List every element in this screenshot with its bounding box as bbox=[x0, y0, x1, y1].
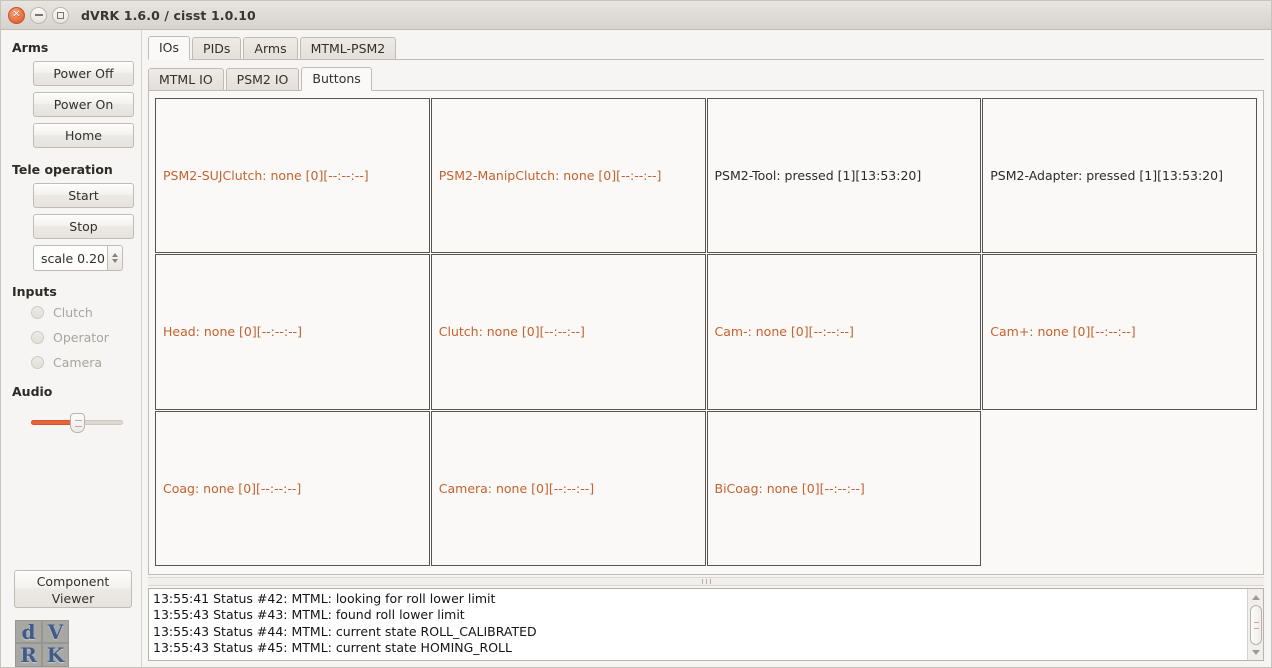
home-button[interactable]: Home bbox=[33, 123, 134, 148]
chevron-up-icon[interactable] bbox=[112, 253, 118, 257]
button-status-cell: PSM2-SUJClutch: none [0][--:--:--] bbox=[155, 98, 430, 254]
input-radio-clutch-label: Clutch bbox=[53, 305, 93, 320]
logo-tile-d: d bbox=[15, 620, 42, 644]
logo-tile-r: R bbox=[15, 643, 42, 667]
button-status-cell: Camera: none [0][--:--:--] bbox=[430, 410, 706, 566]
tab-psm2-io[interactable]: PSM2 IO bbox=[225, 68, 300, 91]
arms-section-title: Arms bbox=[12, 40, 49, 55]
minimize-icon[interactable] bbox=[30, 6, 47, 24]
button-status-cell-empty bbox=[982, 411, 1257, 566]
window-body: Arms Power Off Power On Home Tele operat… bbox=[1, 30, 1271, 667]
scale-stepper[interactable] bbox=[107, 245, 123, 271]
teleoperation-section-title: Tele operation bbox=[12, 162, 113, 177]
splitter-handle[interactable] bbox=[148, 577, 1264, 586]
sidebar: Arms Power Off Power On Home Tele operat… bbox=[1, 30, 142, 667]
splitter-grip-icon bbox=[701, 579, 711, 584]
tab-arms[interactable]: Arms bbox=[243, 37, 298, 60]
component-viewer-line1: Component bbox=[36, 574, 110, 589]
title-bar: × dVRK 1.6.0 / cisst 1.0.10 bbox=[1, 1, 1271, 30]
window-controls: × bbox=[8, 6, 69, 24]
button-status-cell: PSM2-Adapter: pressed [1][13:53:20] bbox=[982, 98, 1257, 254]
log-line: 13:55:43 Status #43: MTML: found roll lo… bbox=[153, 607, 465, 623]
radio-icon[interactable] bbox=[31, 356, 44, 369]
slider-handle[interactable] bbox=[69, 413, 85, 433]
log-line: 13:55:41 Status #42: MTML: looking for r… bbox=[153, 591, 496, 606]
button-status-cell: Coag: none [0][--:--:--] bbox=[155, 410, 430, 566]
log-scrollbar[interactable] bbox=[1247, 589, 1263, 660]
audio-volume-slider[interactable] bbox=[31, 411, 123, 433]
secondary-tabbar: MTML IO PSM2 IO Buttons bbox=[148, 67, 1264, 91]
button-status-cell: Cam-: none [0][--:--:--] bbox=[706, 254, 982, 410]
radio-icon[interactable] bbox=[31, 331, 44, 344]
tab-mtml-io[interactable]: MTML IO bbox=[148, 68, 224, 91]
logo-tile-k: K bbox=[42, 643, 69, 667]
button-status-cell: Cam+: none [0][--:--:--] bbox=[982, 254, 1257, 410]
audio-section-title: Audio bbox=[12, 384, 53, 399]
scrollbar-track[interactable] bbox=[1249, 604, 1262, 645]
radio-icon[interactable] bbox=[31, 306, 44, 319]
close-glyph: × bbox=[12, 8, 21, 20]
input-radio-camera-label: Camera bbox=[53, 355, 103, 370]
window-title: dVRK 1.6.0 / cisst 1.0.10 bbox=[81, 7, 256, 23]
scale-value[interactable]: scale 0.20 bbox=[33, 245, 107, 271]
input-radio-camera[interactable]: Camera bbox=[1, 355, 141, 370]
buttons-tab-pane: PSM2-SUJClutch: none [0][--:--:--] PSM2-… bbox=[148, 91, 1264, 575]
tab-mtml-psm2[interactable]: MTML-PSM2 bbox=[299, 37, 397, 60]
status-log[interactable]: 13:55:41 Status #42: MTML: looking for r… bbox=[149, 589, 1247, 660]
button-status-cell: Clutch: none [0][--:--:--] bbox=[430, 254, 706, 410]
maximize-icon[interactable] bbox=[52, 6, 69, 24]
primary-tabbar: IOs PIDs Arms MTML-PSM2 bbox=[148, 36, 1264, 60]
component-viewer-button[interactable]: Component Viewer bbox=[14, 570, 132, 608]
minimize-glyph bbox=[34, 14, 43, 16]
maximize-glyph bbox=[57, 11, 64, 19]
button-status-cell: BiCoag: none [0][--:--:--] bbox=[706, 410, 982, 566]
input-radio-operator[interactable]: Operator bbox=[1, 330, 141, 345]
log-line: 13:55:43 Status #45: MTML: current state… bbox=[153, 640, 512, 656]
power-on-button[interactable]: Power On bbox=[33, 92, 134, 117]
teleop-stop-button[interactable]: Stop bbox=[33, 214, 134, 239]
teleop-start-button[interactable]: Start bbox=[33, 183, 134, 208]
scrollbar-thumb[interactable] bbox=[1249, 604, 1262, 645]
scroll-up-icon[interactable] bbox=[1249, 590, 1263, 604]
component-viewer-line2: Viewer bbox=[51, 591, 95, 606]
button-status-cell: Head: none [0][--:--:--] bbox=[155, 254, 430, 410]
tab-ios[interactable]: IOs bbox=[148, 36, 191, 60]
button-status-cell: PSM2-Tool: pressed [1][13:53:20] bbox=[706, 98, 982, 254]
dvrk-logo-icon: d V R K bbox=[15, 620, 69, 667]
tab-pids[interactable]: PIDs bbox=[192, 37, 242, 60]
scroll-down-icon[interactable] bbox=[1249, 645, 1263, 659]
status-log-panel: 13:55:41 Status #42: MTML: looking for r… bbox=[148, 588, 1264, 661]
input-radio-clutch[interactable]: Clutch bbox=[1, 305, 141, 320]
log-line: 13:55:43 Status #44: MTML: current state… bbox=[153, 623, 537, 639]
chevron-down-icon[interactable] bbox=[112, 259, 118, 263]
tab-buttons[interactable]: Buttons bbox=[301, 67, 372, 91]
button-status-grid: PSM2-SUJClutch: none [0][--:--:--] PSM2-… bbox=[155, 98, 1257, 570]
inputs-section-title: Inputs bbox=[12, 284, 57, 299]
close-icon[interactable]: × bbox=[8, 6, 25, 24]
application-window: × dVRK 1.6.0 / cisst 1.0.10 Arms Power O… bbox=[0, 0, 1272, 668]
slider-fill bbox=[31, 420, 76, 425]
button-status-cell: PSM2-ManipClutch: none [0][--:--:--] bbox=[430, 98, 706, 254]
scale-spinner[interactable]: scale 0.20 bbox=[33, 245, 123, 271]
power-off-button[interactable]: Power Off bbox=[33, 61, 134, 86]
logo-tile-v: V bbox=[42, 620, 69, 644]
input-radio-operator-label: Operator bbox=[53, 330, 109, 345]
main-content: IOs PIDs Arms MTML-PSM2 MTML IO PSM2 IO … bbox=[142, 30, 1271, 667]
